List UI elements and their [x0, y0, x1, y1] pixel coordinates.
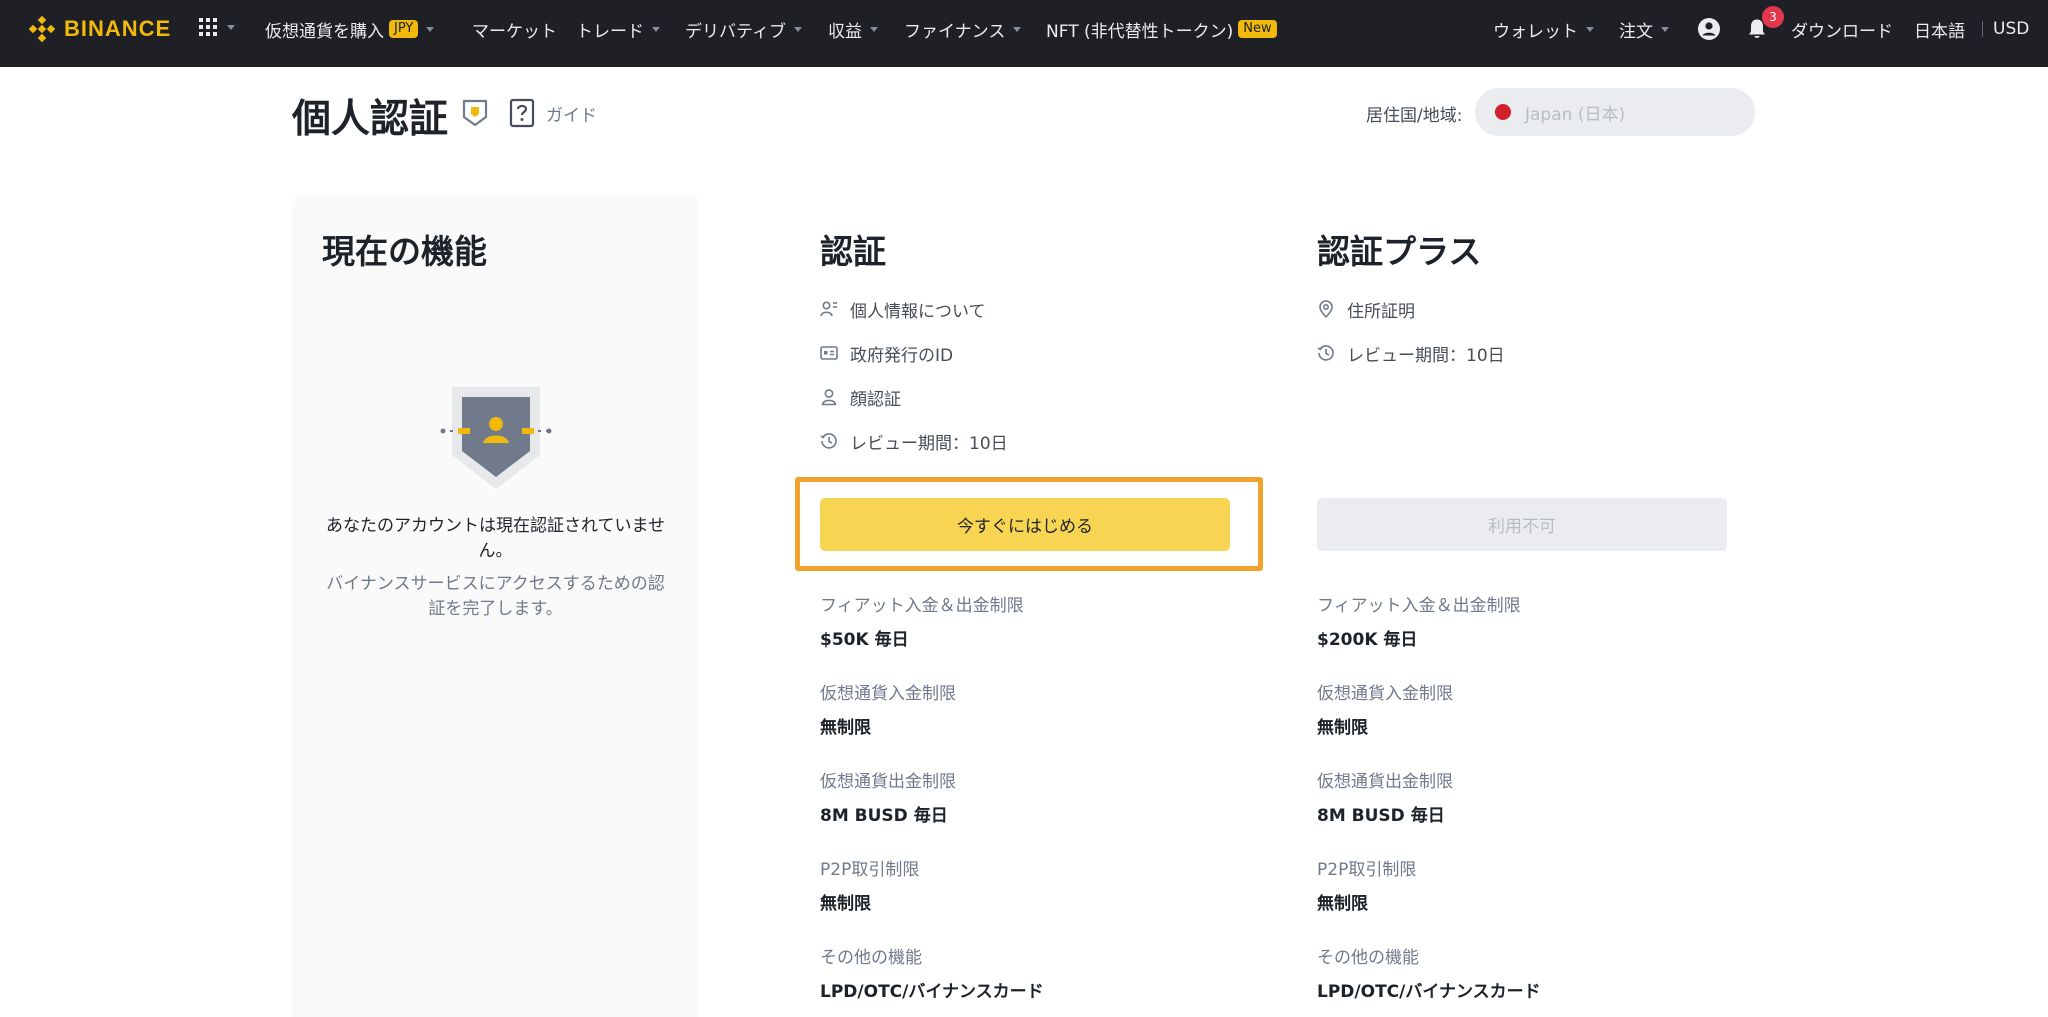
nav-nft-label: NFT (非代替性トークン) [1046, 21, 1234, 42]
language-selector[interactable]: 日本語 [1914, 17, 1965, 42]
limit-label: 仮想通貨出金制限 [1317, 772, 1453, 792]
limit-label: その他の機能 [1317, 948, 1419, 968]
requirement-review-period: レビュー期間：10日 [1317, 341, 1505, 366]
nav-finance-label: ファイナンス [904, 21, 1006, 42]
user-circle-icon [1698, 18, 1720, 40]
id-card-icon [820, 346, 838, 360]
nav-download-label: ダウンロード [1791, 21, 1893, 42]
fiat-selector[interactable]: USD [1993, 17, 2029, 41]
chevron-down-icon [426, 26, 435, 32]
start-verification-button[interactable]: 今すぐにはじめる [820, 498, 1230, 551]
nav-nft[interactable]: NFT (非代替性トークン) New [1046, 17, 1277, 42]
clock-icon [1317, 345, 1334, 361]
chevron-down-icon [1586, 26, 1594, 32]
limit-value: $50K 毎日 [820, 630, 909, 650]
requirement-proof-of-address: 住所証明 [1317, 297, 1415, 322]
unavailable-button: 利用不可 [1317, 498, 1727, 551]
nav-orders-label: 注文 [1619, 21, 1653, 42]
unverified-subtext: バイナンスサービスにアクセスするための認証を完了します。 [326, 574, 665, 619]
limit-label: フィアット入金＆出金制限 [820, 596, 1024, 616]
location-icon [1319, 300, 1333, 318]
nav-orders[interactable]: 注文 [1619, 17, 1669, 42]
nav-derivatives-label: デリバティブ [685, 21, 786, 42]
nav-finance[interactable]: ファイナンス [904, 17, 1022, 42]
requirement-label: 顔認証 [850, 389, 901, 410]
shield-icon [462, 99, 488, 127]
limit-value: $200K 毎日 [1317, 630, 1418, 650]
guide-link[interactable]: ガイド [546, 101, 597, 126]
nav-buy-crypto-label: 仮想通貨を購入 [265, 21, 384, 42]
limit-label: P2P取引制限 [820, 860, 920, 880]
face-icon [821, 389, 837, 406]
fiat-label: USD [1993, 19, 2030, 39]
limit-value: 8M BUSD 毎日 [820, 806, 948, 826]
limit-value: LPD/OTC/バイナンスカード [1317, 982, 1541, 1002]
language-label: 日本語 [1914, 21, 1965, 42]
japan-flag-icon [1495, 104, 1511, 120]
account-button[interactable] [1697, 17, 1721, 41]
limit-value: 無制限 [820, 718, 871, 738]
requirement-personal-info: 個人情報について [820, 297, 986, 322]
nav-trade-label: トレード [576, 21, 644, 42]
limit-value: 8M BUSD 毎日 [1317, 806, 1445, 826]
verified-title: 認証 [820, 232, 886, 271]
limit-label: P2P取引制限 [1317, 860, 1417, 880]
brand-name: BINANCE [64, 16, 172, 41]
guide-icon[interactable] [508, 98, 536, 128]
nav-divider [1982, 21, 1983, 37]
chevron-down-icon [793, 26, 802, 32]
verified-plus-title: 認証プラス [1317, 232, 1482, 271]
chevron-down-icon [1013, 26, 1022, 32]
region-value: Japan (日本) [1525, 104, 1626, 125]
nav-markets[interactable]: マーケット [472, 17, 557, 42]
page-title: 個人認証 [292, 97, 449, 142]
grid-icon [199, 18, 217, 36]
limit-label: 仮想通貨出金制限 [820, 772, 956, 792]
nav-buy-crypto[interactable]: 仮想通貨を購入 JPY [265, 17, 435, 42]
currency-badge: JPY [389, 20, 419, 38]
nav-earn-label: 収益 [828, 21, 862, 42]
nav-markets-label: マーケット [472, 21, 557, 42]
region-select[interactable]: Japan (日本) [1475, 88, 1755, 136]
limit-label: 仮想通貨入金制限 [1317, 684, 1453, 704]
requirement-label: レビュー期間：10日 [1347, 345, 1505, 366]
limit-value: 無制限 [1317, 894, 1368, 914]
chevron-down-icon [1661, 26, 1669, 32]
requirement-review-period: レビュー期間：10日 [820, 429, 1008, 454]
notification-count-badge: 3 [1762, 6, 1784, 28]
chevron-down-icon [870, 26, 878, 32]
requirement-label: 政府発行のID [850, 345, 954, 366]
binance-diamond-icon [28, 15, 56, 43]
limit-label: フィアット入金＆出金制限 [1317, 596, 1521, 616]
limit-label: 仮想通貨入金制限 [820, 684, 956, 704]
region-label: 居住国/地域: [1366, 106, 1463, 126]
requirement-label: 住所証明 [1347, 301, 1415, 322]
nav-trade[interactable]: トレード [576, 17, 660, 42]
nav-earn[interactable]: 収益 [828, 17, 878, 42]
nav-wallet[interactable]: ウォレット [1493, 17, 1594, 42]
chevron-down-icon [652, 26, 660, 32]
nav-wallet-label: ウォレット [1493, 21, 1578, 42]
top-nav: BINANCE 仮想通貨を購入 JPY マーケット トレード デリバティブ 収益… [0, 0, 2048, 67]
requirement-label: レビュー期間：10日 [850, 433, 1008, 454]
limit-value: 無制限 [820, 894, 871, 914]
requirement-government-id: 政府発行のID [820, 341, 954, 366]
requirement-face-verification: 顔認証 [820, 385, 901, 410]
limit-label: その他の機能 [820, 948, 922, 968]
limit-value: 無制限 [1317, 718, 1368, 738]
personal-info-icon [820, 301, 837, 317]
new-badge: New [1238, 20, 1277, 38]
binance-logo[interactable]: BINANCE [28, 14, 171, 44]
clock-icon [820, 433, 837, 449]
nav-download[interactable]: ダウンロード [1791, 17, 1893, 42]
limit-value: LPD/OTC/バイナンスカード [820, 982, 1044, 1002]
apps-menu[interactable] [198, 17, 235, 37]
unverified-badge-icon [440, 387, 552, 489]
current-features-title: 現在の機能 [322, 232, 487, 271]
requirement-label: 個人情報について [850, 301, 986, 322]
nav-derivatives[interactable]: デリバティブ [685, 17, 802, 42]
unverified-message: あなたのアカウントは現在認証されていません。 [326, 516, 665, 561]
chevron-down-icon [227, 24, 235, 30]
